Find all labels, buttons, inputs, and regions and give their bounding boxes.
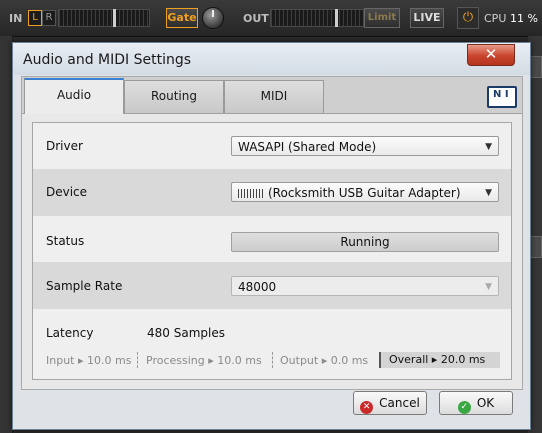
tab-midi[interactable]: MIDI: [224, 80, 324, 113]
in-label: IN: [9, 12, 23, 25]
cpu-label: CPU: [484, 12, 507, 25]
sample-rate-row: Sample Rate 48000 ▼: [33, 262, 511, 309]
device-row: Device (Rocksmith USB Guitar Adapter) ▼: [33, 169, 511, 216]
overall-latency: Overall ▸ 20.0 ms: [379, 352, 500, 368]
latency-value: 480 Samples: [147, 326, 225, 340]
sample-rate-dropdown[interactable]: 48000 ▼: [231, 276, 499, 296]
device-dropdown[interactable]: (Rocksmith USB Guitar Adapter) ▼: [231, 182, 499, 202]
dialog-title: Audio and MIDI Settings: [23, 52, 192, 68]
audio-settings-panel: Driver WASAPI (Shared Mode) ▼ Device (Ro…: [32, 122, 512, 380]
sample-rate-label: Sample Rate: [46, 279, 123, 293]
driver-dropdown[interactable]: WASAPI (Shared Mode) ▼: [231, 136, 499, 156]
output-level-meter[interactable]: [270, 9, 364, 27]
check-icon: ✓: [457, 401, 471, 414]
latency-divider: [272, 352, 273, 368]
status-indicator: Running: [231, 232, 499, 252]
gate-knob[interactable]: [202, 7, 224, 29]
right-channel-button[interactable]: R: [42, 10, 56, 26]
latency-label: Latency: [46, 326, 94, 340]
chevron-down-icon: ▼: [485, 142, 492, 152]
cancel-button[interactable]: ✕ Cancel: [353, 391, 427, 415]
processing-latency: Processing ▸ 10.0 ms: [146, 354, 262, 367]
cpu-value: 11 %: [510, 12, 538, 25]
status-row: Status Running: [33, 216, 511, 262]
left-channel-button[interactable]: L: [28, 10, 42, 26]
out-label: OUT: [243, 12, 269, 25]
audio-midi-settings-dialog: Audio and MIDI Settings ✕ Audio Routing …: [12, 42, 531, 430]
driver-label: Driver: [46, 139, 83, 153]
chevron-down-icon: ▼: [485, 282, 492, 292]
tab-routing[interactable]: Routing: [124, 80, 224, 113]
tab-bar: Audio Routing MIDI N I: [22, 77, 522, 114]
chevron-down-icon: ▼: [485, 188, 492, 198]
status-label: Status: [46, 234, 85, 248]
driver-value: WASAPI (Shared Mode): [238, 140, 377, 154]
limit-button[interactable]: Limit: [364, 8, 400, 28]
output-level-handle[interactable]: [335, 9, 338, 27]
side-scroll-button[interactable]: [530, 56, 542, 78]
close-button[interactable]: ✕: [467, 44, 515, 66]
power-icon[interactable]: ⏻: [457, 7, 479, 29]
native-instruments-logo: N I: [487, 86, 517, 108]
host-toolbar: IN L R Gate OUT Limit LIVE ⏻ CPU 11 %: [0, 0, 542, 37]
cancel-label: Cancel: [379, 396, 420, 410]
audio-device-icon: [238, 189, 264, 198]
dialog-titlebar[interactable]: Audio and MIDI Settings ✕: [13, 43, 530, 75]
cancel-icon: ✕: [360, 401, 374, 414]
device-value: (Rocksmith USB Guitar Adapter): [268, 186, 461, 200]
device-label: Device: [46, 185, 88, 199]
sample-rate-value: 48000: [238, 280, 277, 294]
live-button[interactable]: LIVE: [410, 8, 444, 28]
side-scroll-button[interactable]: [530, 236, 542, 258]
tab-audio[interactable]: Audio: [24, 78, 124, 114]
dialog-client-area: Audio Routing MIDI N I Driver WASAPI (Sh…: [21, 76, 523, 390]
ok-label: OK: [476, 396, 495, 410]
input-latency: Input ▸ 10.0 ms: [46, 354, 132, 367]
latency-divider: [137, 352, 138, 368]
logo-text: N I: [493, 89, 509, 100]
output-latency: Output ▸ 0.0 ms: [280, 354, 369, 367]
input-level-meter[interactable]: [58, 9, 150, 27]
input-level-handle[interactable]: [113, 9, 116, 27]
driver-row: Driver WASAPI (Shared Mode) ▼: [33, 123, 511, 169]
gate-button[interactable]: Gate: [166, 8, 198, 28]
ok-button[interactable]: ✓ OK: [439, 391, 513, 415]
